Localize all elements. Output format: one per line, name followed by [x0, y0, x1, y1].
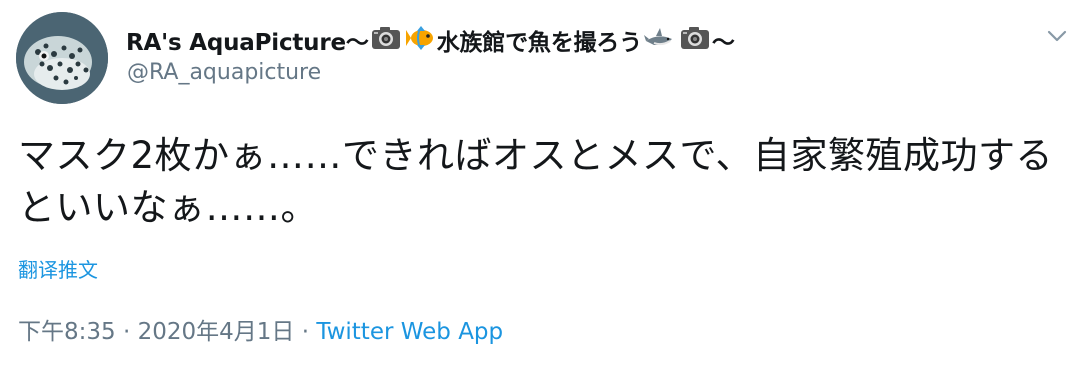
display-name-row[interactable]: RA's AquaPicture～ 水族館で魚を撮ろう ～ — [126, 20, 735, 60]
display-name-prefix: RA's AquaPicture～ — [126, 30, 369, 56]
chevron-down-icon[interactable] — [1044, 26, 1070, 46]
tweet-card: RA's AquaPicture～ 水族館で魚を撮ろう ～ @RA_aquapi… — [0, 0, 1080, 371]
tweet-date[interactable]: 2020年4月1日 — [138, 319, 295, 345]
tweet-time[interactable]: 下午8:35 — [18, 319, 116, 345]
translate-tweet-link[interactable]: 翻译推文 — [18, 254, 98, 283]
meta-separator: · — [301, 319, 310, 345]
tweet-source-link[interactable]: Twitter Web App — [316, 319, 503, 345]
shark-icon — [643, 25, 676, 55]
display-name-middle: 水族館で魚を撮ろう — [436, 30, 642, 56]
tropical-fish-icon — [405, 25, 435, 55]
camera-icon — [680, 25, 710, 55]
avatar[interactable] — [16, 12, 108, 104]
display-name-suffix: ～ — [711, 30, 735, 56]
user-handle[interactable]: @RA_aquapicture — [127, 60, 321, 85]
tweet-metadata: 下午8:35 · 2020年4月1日 · Twitter Web App — [18, 312, 503, 346]
tweet-text: マスク2枚かぁ……できればオスとメスで、自家繁殖成功するといいなぁ……。 — [18, 134, 1054, 229]
meta-separator: · — [122, 319, 131, 345]
moray-eel-avatar-image — [16, 12, 108, 104]
camera-icon — [371, 25, 401, 55]
